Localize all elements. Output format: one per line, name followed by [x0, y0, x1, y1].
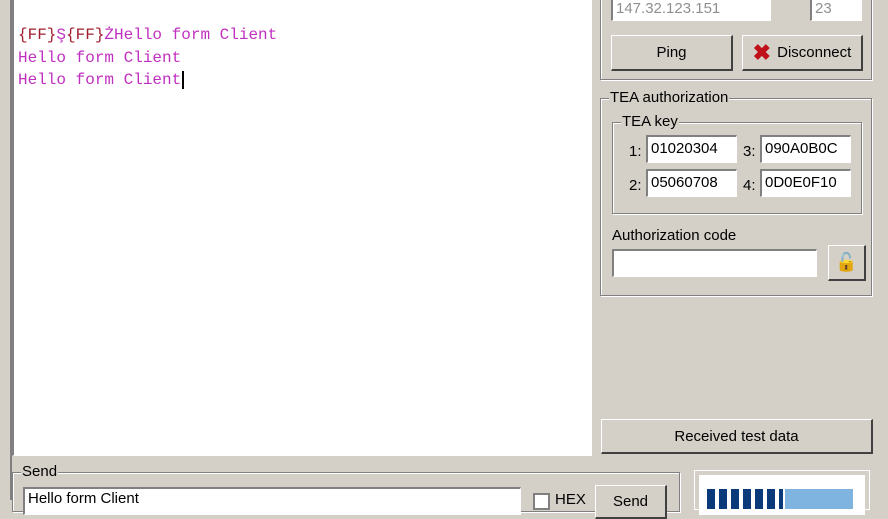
logo-image: [699, 475, 865, 515]
authorization-code-field[interactable]: [612, 249, 817, 277]
ping-label: Ping: [656, 44, 687, 61]
send-title: Send: [21, 463, 59, 480]
text-cursor: [182, 71, 185, 89]
escape-code: {FF}: [18, 26, 57, 44]
logo-panel: [694, 470, 870, 515]
key-3-field[interactable]: 090A0B0C: [760, 135, 851, 163]
terminal-line: Hello form Client: [18, 69, 591, 92]
tea-authorization-group: TEA authorization TEA key 1: 01020304 2:…: [600, 89, 872, 296]
terminal-text: Ş: [56, 26, 67, 44]
red-x-icon: ✖: [752, 39, 772, 65]
send-input[interactable]: Hello form Client: [23, 487, 521, 515]
received-test-data-label: Received test data: [674, 427, 799, 445]
terminal-line: Hello form Client: [18, 48, 182, 67]
key-4-label: 4:: [743, 177, 756, 194]
tea-key-title: TEA key: [621, 113, 679, 130]
terminal-line: {FF}Ş{FF}ŻHello form Client: [18, 24, 591, 47]
key-1-field[interactable]: 01020304: [646, 135, 737, 163]
authorization-code-label: Authorization code: [612, 227, 737, 244]
unlock-button[interactable]: 🔓: [828, 245, 866, 281]
tea-authorization-title: TEA authorization: [609, 89, 730, 106]
ping-button[interactable]: Ping: [611, 35, 733, 71]
send-group: Send Hello form Client HEX Send: [12, 463, 680, 519]
terminal-text: Hello form Client: [18, 71, 182, 89]
key-4-field[interactable]: 0D0E0F10: [760, 169, 851, 197]
receive-terminal[interactable]: {FF}Ş{FF}ŻHello form Client Hello form C…: [12, 0, 592, 456]
port-field[interactable]: 23: [810, 0, 862, 21]
send-button[interactable]: Send: [595, 485, 667, 519]
padlock-icon: 🔓: [835, 252, 858, 272]
ip-address-field[interactable]: 147.32.123.151: [611, 0, 771, 21]
key-1-label: 1:: [629, 143, 642, 160]
tea-key-group: TEA key 1: 01020304 2: 05060708 3: 090A0…: [612, 113, 862, 214]
connection-group: 147.32.123.151 23 Ping ✖ Disconnect: [600, 0, 872, 80]
disconnect-button[interactable]: ✖ Disconnect: [742, 35, 863, 71]
window-left-edge: [0, 0, 12, 500]
logo-block: [785, 489, 853, 509]
disconnect-label: Disconnect: [777, 44, 852, 61]
send-label: Send: [612, 493, 649, 510]
key-3-label: 3:: [743, 143, 756, 160]
received-test-data-button[interactable]: Received test data: [601, 419, 873, 454]
escape-code: {FF}: [66, 26, 105, 44]
logo-bars: [707, 489, 783, 509]
key-2-field[interactable]: 05060708: [646, 169, 737, 197]
terminal-text: ŻHello form Client: [104, 26, 278, 44]
key-2-label: 2:: [629, 177, 642, 194]
hex-checkbox[interactable]: [533, 493, 550, 510]
